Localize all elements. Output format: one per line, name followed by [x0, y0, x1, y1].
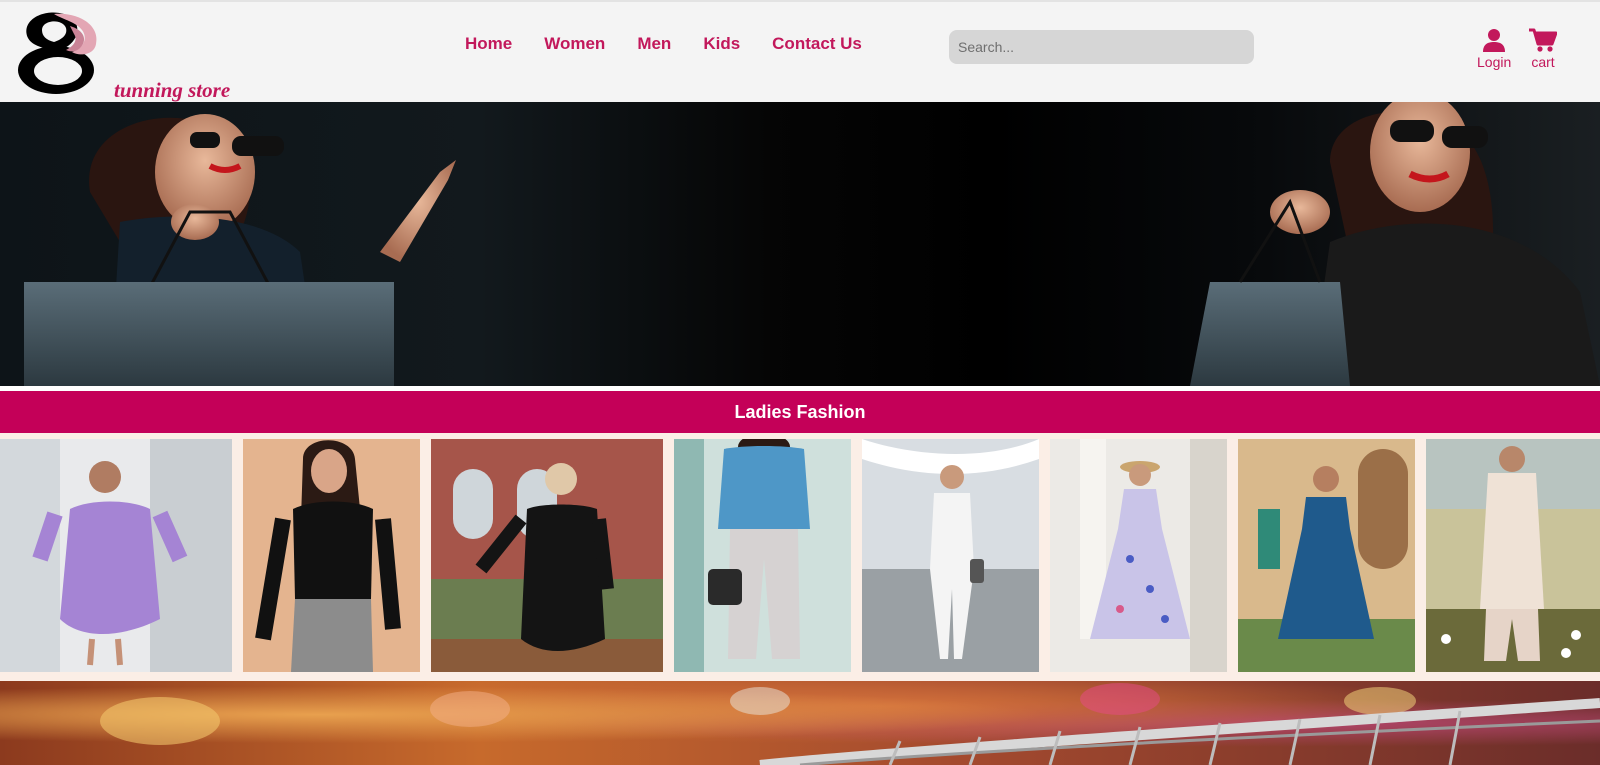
clothing-rack-image: [100, 683, 1600, 765]
login-button[interactable]: Login: [1477, 28, 1511, 70]
user-icon: [1483, 29, 1506, 52]
nav-women[interactable]: Women: [544, 34, 605, 54]
product-card-ivory-kurta-set[interactable]: [1426, 439, 1600, 672]
logo-figure-eight-icon: [18, 12, 97, 94]
search-input[interactable]: [949, 30, 1254, 64]
cart-label: cart: [1531, 54, 1555, 70]
hero-banner: [0, 102, 1600, 386]
product-image: [0, 439, 232, 672]
brand-logo[interactable]: tunning store: [14, 8, 230, 102]
product-image: [431, 439, 663, 672]
login-label: Login: [1477, 54, 1512, 70]
cart-icon: [1529, 28, 1557, 52]
main-nav: Home Women Men Kids Contact Us: [465, 34, 894, 54]
cart-button[interactable]: cart: [1529, 28, 1557, 70]
nav-men[interactable]: Men: [637, 34, 671, 54]
product-image: [674, 439, 851, 672]
nav-contact-us[interactable]: Contact Us: [772, 34, 862, 54]
nav-home[interactable]: Home: [465, 34, 512, 54]
product-image: [243, 439, 420, 672]
product-card-blue-blouse-trousers[interactable]: [674, 439, 851, 672]
nav-kids[interactable]: Kids: [703, 34, 740, 54]
promo-banner: [0, 681, 1600, 765]
product-strip: [0, 433, 1600, 681]
product-card-floral-maxi-dress[interactable]: [1050, 439, 1227, 672]
product-card-lavender-lace-dress[interactable]: [0, 439, 232, 672]
brand-name: tunning store: [114, 78, 231, 102]
product-card-black-lace-dress[interactable]: [431, 439, 663, 672]
section-title-bar: Ladies Fashion: [0, 391, 1600, 433]
product-card-black-zip-top[interactable]: [243, 439, 420, 672]
product-image: [1426, 439, 1600, 672]
product-image: [862, 439, 1039, 672]
section-title: Ladies Fashion: [734, 401, 866, 422]
product-card-blue-print-dress[interactable]: [1238, 439, 1415, 672]
product-image: [1238, 439, 1415, 672]
product-card-white-jumpsuit[interactable]: [862, 439, 1039, 672]
product-image: [1050, 439, 1227, 672]
hero-image: [24, 102, 1600, 386]
site-header: tunning store Home Women Men Kids Contac…: [0, 0, 1600, 102]
